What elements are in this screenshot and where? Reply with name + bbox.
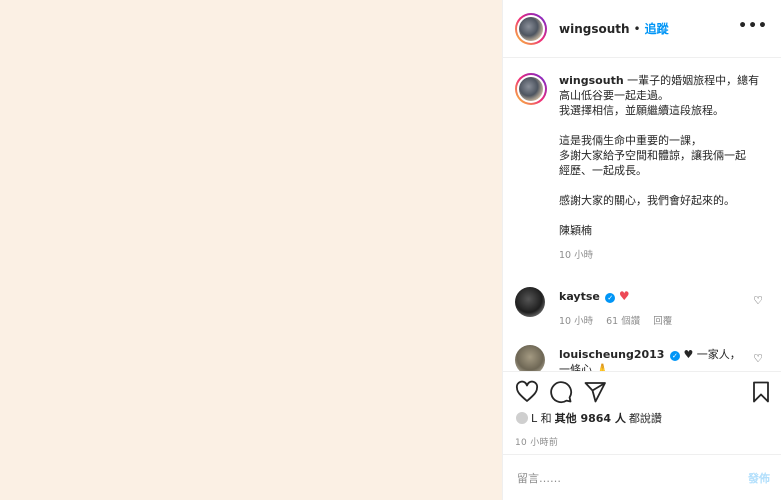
caption-line: 陳穎楠 [559, 224, 592, 237]
likes-suffix: 都說讚 [628, 412, 662, 425]
post-header: wingsouth • 追蹤 ••• [503, 0, 781, 58]
caption-username[interactable]: wingsouth [559, 74, 624, 87]
caption-line: 這是我倆生命中重要的一課， [559, 134, 702, 147]
verified-badge-icon: ✓ [669, 351, 680, 361]
follow-button[interactable]: 追蹤 [645, 20, 669, 37]
comments-list[interactable]: wingsouth 一輩子的婚姻旅程中，總有 高山低谷要一起走過。 我選擇相信，… [503, 59, 781, 371]
more-options-icon[interactable]: ••• [738, 18, 768, 34]
caption-line: 經歷、一起成長。 [559, 164, 647, 177]
caption-line: 多謝大家給予空間和體諒，讓我倆一起 [559, 149, 746, 162]
comment-text: ♥ [618, 289, 630, 303]
comment-text: ♥ 一家人， [683, 348, 741, 361]
post-media[interactable] [0, 0, 502, 500]
likes-prefix: L 和 [531, 412, 552, 425]
comment-input[interactable] [517, 471, 717, 485]
caption-line: 高山低谷要一起走過。 [559, 89, 669, 102]
caption-time[interactable]: 10 小時 [559, 250, 593, 261]
bookmark-icon[interactable] [749, 380, 773, 404]
reply-button[interactable]: 回覆 [653, 316, 672, 327]
post-side-panel: wingsouth • 追蹤 ••• wingsouth 一輩子的婚姻旅程中，總… [502, 0, 781, 500]
comment-text-continued: 一條心 🙏 [559, 363, 610, 371]
likes-summary[interactable]: L 和 其他 9864 人 都說讚 [515, 410, 662, 426]
caption-line: 感謝大家的關心，我們會好起來的。 [559, 194, 735, 207]
comment-like-icon[interactable]: ♡ [753, 294, 763, 307]
author-username[interactable]: wingsouth [559, 22, 630, 36]
caption-line: 我選擇相信，並願繼續這段旅程。 [559, 104, 724, 117]
verified-badge-icon: ✓ [605, 293, 616, 303]
comment-time[interactable]: 10 小時 [559, 316, 593, 327]
comment-bubble-icon[interactable] [549, 380, 573, 404]
caption-line: 一輩子的婚姻旅程中，總有 [627, 74, 760, 87]
comment-likes[interactable]: 61 個讚 [606, 316, 640, 327]
separator-dot: • [633, 21, 641, 36]
post-actions: L 和 其他 9864 人 都說讚 10 小時前 [503, 371, 781, 455]
paper-plane-icon[interactable] [583, 380, 607, 404]
commenter-avatar[interactable] [515, 345, 545, 371]
liker-avatar [515, 411, 529, 425]
commenter-username[interactable]: louischeung2013 [559, 348, 664, 361]
author-avatar[interactable] [515, 12, 547, 45]
add-comment-bar: 發佈 [503, 456, 781, 500]
caption-avatar[interactable] [515, 73, 547, 105]
comment-like-icon[interactable]: ♡ [753, 352, 763, 365]
post-comment-button[interactable]: 發佈 [748, 470, 770, 486]
heart-outline-icon[interactable] [515, 380, 539, 404]
commenter-username[interactable]: kaytse [559, 290, 600, 303]
post-time[interactable]: 10 小時前 [515, 435, 558, 448]
commenter-avatar[interactable] [515, 287, 545, 317]
likes-count[interactable]: 其他 9864 人 [555, 410, 626, 426]
